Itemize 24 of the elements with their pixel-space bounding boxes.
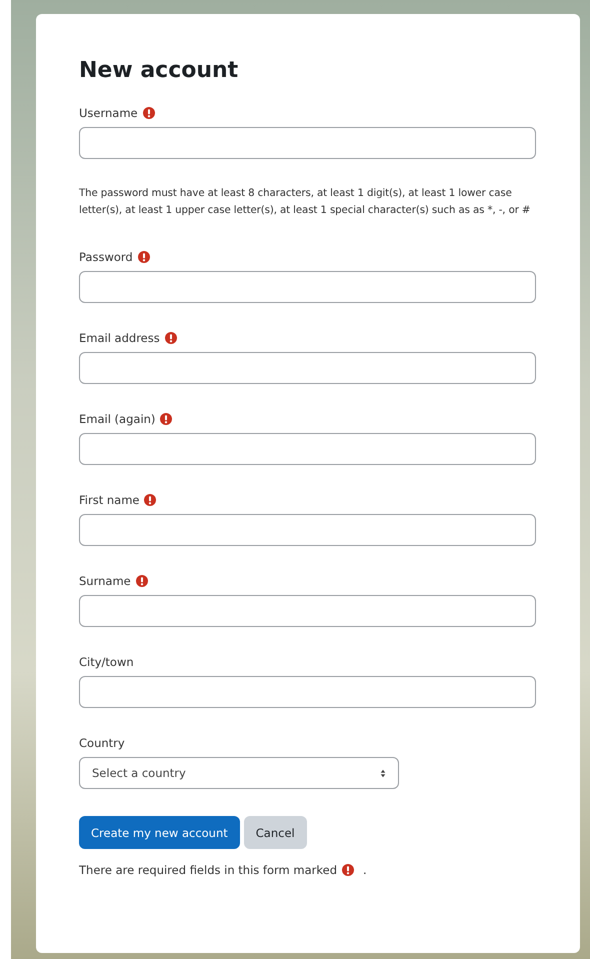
- field-label: Password: [79, 250, 133, 264]
- input-field[interactable]: [79, 595, 536, 627]
- required-icon: [342, 864, 354, 876]
- input-field[interactable]: [79, 127, 536, 159]
- field-label: Username: [79, 106, 138, 120]
- sort-caret-icon: [380, 768, 386, 778]
- input-field[interactable]: [79, 676, 536, 708]
- field-label: City/town: [79, 655, 134, 669]
- input-field[interactable]: [79, 271, 536, 303]
- note-period: .: [363, 863, 367, 877]
- country-dropdown[interactable]: Select a country: [79, 757, 399, 789]
- field-label: Email address: [79, 331, 160, 345]
- page-title: New account: [79, 58, 240, 83]
- field-label: First name: [79, 493, 140, 507]
- input-field[interactable]: [79, 352, 536, 384]
- field-label: Country: [79, 736, 125, 750]
- input-field[interactable]: [79, 514, 536, 546]
- password-hint: The password must have at least 8 characters, at least 1 digit(s), at least 1 lower case letter(s), at least 1 upper case letter(s), at least 1 special character(s) such as as *, -, or #: [79, 187, 532, 218]
- input-field[interactable]: [79, 433, 536, 465]
- required-note: There are required fields in this form marked: [79, 863, 337, 877]
- create-account-button[interactable]: Create my new account: [79, 816, 240, 849]
- field-label: Surname: [79, 574, 131, 588]
- field-label: Email (again): [79, 412, 156, 426]
- cancel-button[interactable]: Cancel: [244, 816, 307, 849]
